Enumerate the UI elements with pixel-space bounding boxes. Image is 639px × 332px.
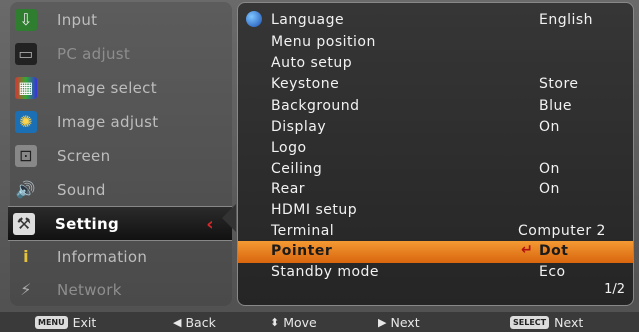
setting-row-hdmi-setup[interactable]: HDMI setup — [238, 200, 633, 222]
menu-key-icon: MENU — [35, 316, 68, 329]
menu-item-label: Screen — [57, 146, 111, 165]
settings-panel: Language English Menu position Auto setu… — [237, 2, 634, 306]
network-icon: ⚡ — [20, 280, 32, 299]
globe-icon — [246, 11, 262, 27]
image-adjust-icon: ✺ — [15, 110, 37, 133]
next-hint[interactable]: ▶ Next — [378, 315, 420, 330]
menu-item-label: Information — [57, 247, 148, 266]
back-hint[interactable]: ◀ Back — [173, 315, 216, 330]
menu-item-image-adjust[interactable]: ✺ Image adjust — [10, 105, 232, 138]
menu-item-label: Image adjust — [57, 112, 159, 131]
select-key-icon: SELECT — [510, 316, 550, 329]
menu-item-image-select[interactable]: ▦ Image select — [10, 71, 232, 104]
move-hint[interactable]: ⬍ Move — [270, 315, 317, 330]
selected-arrow-icon: ‹ — [206, 214, 214, 235]
page-indicator: 1/2 — [604, 282, 625, 297]
setting-row-auto-setup[interactable]: Auto setup — [238, 53, 633, 75]
menu-item-screen[interactable]: ⊡ Screen — [10, 139, 232, 172]
setting-row-ceiling[interactable]: Ceiling On — [238, 159, 633, 181]
menu-item-setting[interactable]: ⚒ Setting ‹ — [8, 206, 232, 241]
menu-pointer-notch — [222, 204, 236, 232]
menu-item-sound[interactable]: 🔊 Sound — [10, 173, 232, 206]
menu-item-label: Input — [57, 10, 98, 29]
setting-row-pointer[interactable]: Pointer ↵ Dot — [238, 241, 633, 263]
enter-arrow-icon: ↵ — [521, 242, 534, 258]
exit-hint[interactable]: MENU Exit — [35, 315, 96, 330]
setting-row-language[interactable]: Language English — [238, 10, 633, 32]
sound-icon: 🔊 — [15, 180, 37, 199]
menu-item-label: Sound — [57, 180, 106, 199]
menu-item-label: Network — [57, 280, 122, 299]
setting-row-keystone[interactable]: Keystone Store — [238, 74, 633, 96]
footer-hints: MENU Exit ◀ Back ⬍ Move ▶ Next SELECT Ne… — [0, 312, 639, 332]
right-arrow-icon: ▶ — [378, 316, 387, 329]
menu-item-information[interactable]: i Information — [10, 240, 232, 273]
left-arrow-icon: ◀ — [173, 316, 182, 329]
menu-item-label: PC adjust — [57, 44, 131, 63]
setting-icon: ⚒ — [13, 212, 35, 235]
select-next-hint[interactable]: SELECT Next — [510, 315, 583, 330]
osd-menu: ⇩ Input ▭ PC adjust ▦ Image select ✺ Ima… — [0, 0, 639, 332]
setting-row-standby-mode[interactable]: Standby mode Eco — [238, 262, 633, 284]
screen-icon: ⊡ — [15, 144, 37, 167]
image-select-icon: ▦ — [15, 76, 37, 99]
setting-row-display[interactable]: Display On — [238, 117, 633, 139]
menu-item-input[interactable]: ⇩ Input — [10, 3, 232, 36]
menu-item-network[interactable]: ⚡ Network — [10, 273, 232, 306]
main-menu: ⇩ Input ▭ PC adjust ▦ Image select ✺ Ima… — [8, 2, 232, 306]
setting-row-rear[interactable]: Rear On — [238, 179, 633, 201]
setting-row-menu-position[interactable]: Menu position — [238, 32, 633, 54]
information-icon: i — [23, 247, 29, 266]
setting-row-terminal[interactable]: Terminal Computer 2 — [238, 221, 633, 243]
menu-item-label: Setting — [55, 214, 119, 233]
up-down-arrow-icon: ⬍ — [270, 316, 280, 329]
menu-item-pc-adjust[interactable]: ▭ PC adjust — [10, 37, 232, 70]
setting-row-background[interactable]: Background Blue — [238, 96, 633, 118]
pc-adjust-icon: ▭ — [15, 42, 37, 65]
setting-row-logo[interactable]: Logo — [238, 138, 633, 160]
menu-item-label: Image select — [57, 78, 157, 97]
input-icon: ⇩ — [15, 8, 37, 31]
